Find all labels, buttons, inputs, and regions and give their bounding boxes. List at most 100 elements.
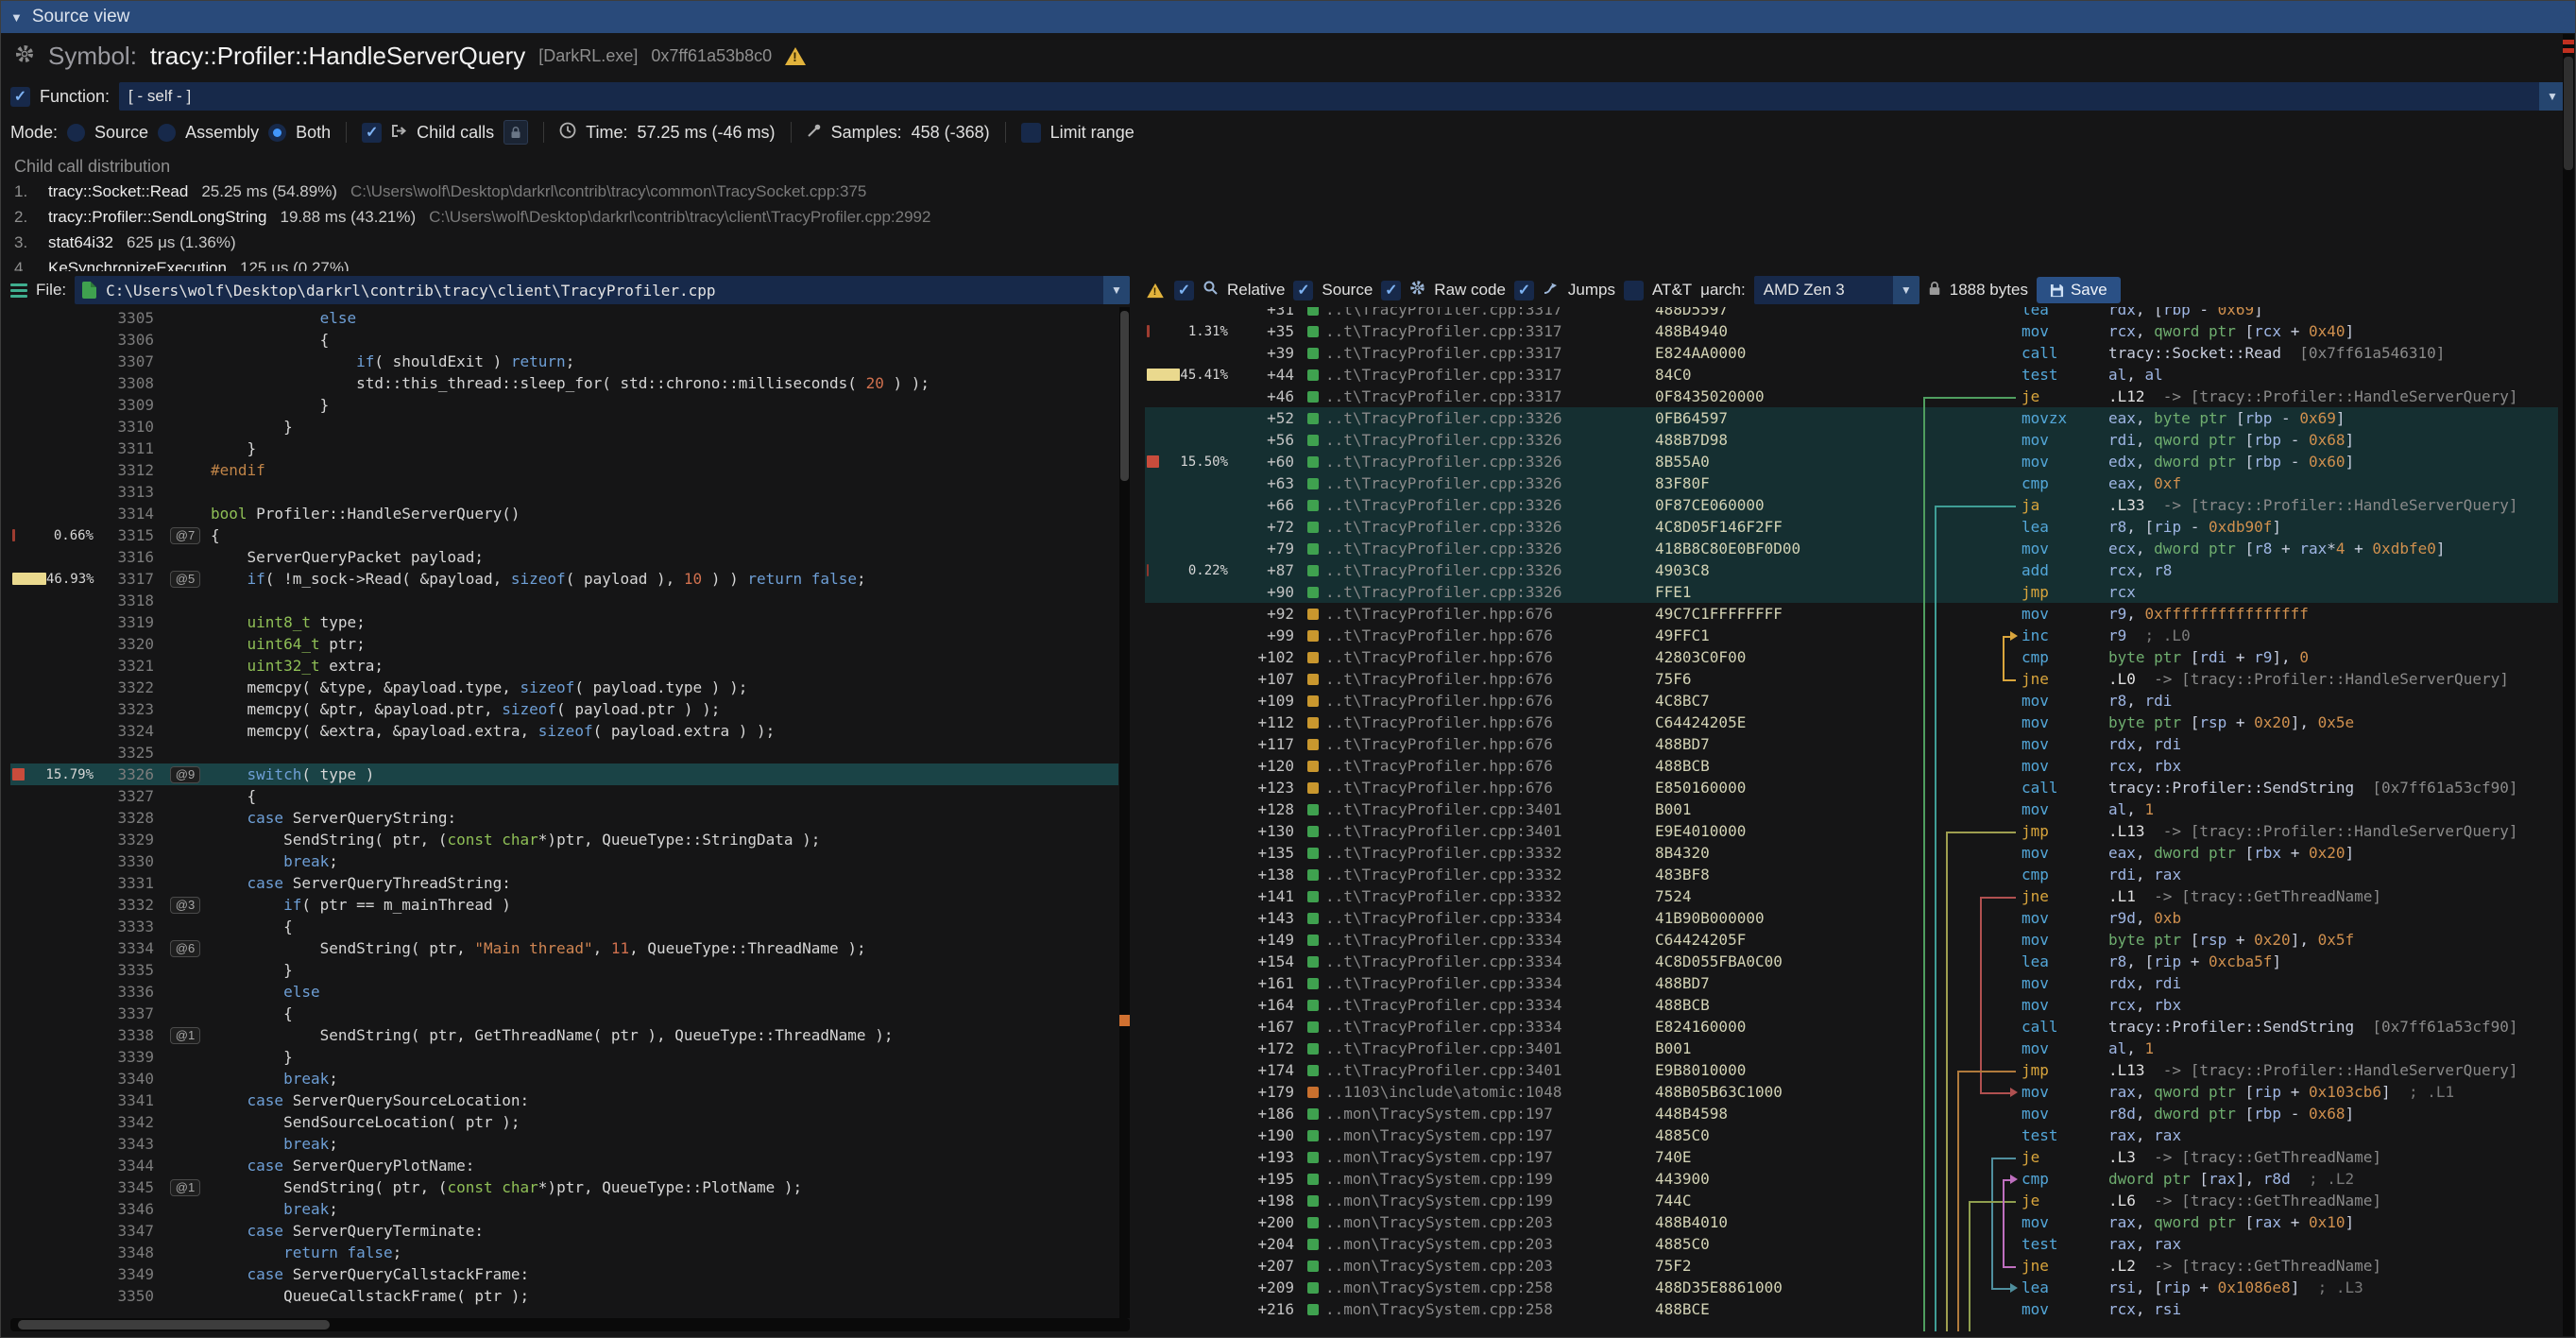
source-line[interactable]: 3348 return false; bbox=[10, 1242, 1118, 1263]
assembly-row[interactable]: 15.50%+60..t\TracyProfiler.cpp:33268B55A… bbox=[1145, 451, 2558, 472]
assembly-row[interactable]: +135..t\TracyProfiler.cpp:33328B4320move… bbox=[1145, 842, 2558, 864]
function-checkbox[interactable]: ✓ bbox=[10, 87, 30, 107]
source-line[interactable]: 3334@6 SendString( ptr, "Main thread", 1… bbox=[10, 937, 1118, 959]
source-line[interactable]: 3339 } bbox=[10, 1046, 1118, 1068]
assembly-row[interactable]: 1.31%+35..t\TracyProfiler.cpp:3317488B49… bbox=[1145, 320, 2558, 342]
assembly-row[interactable]: +63..t\TracyProfiler.cpp:332683F80Fcmpea… bbox=[1145, 472, 2558, 494]
source-line[interactable]: 3305 else bbox=[10, 307, 1118, 329]
child-calls-checkbox[interactable]: ✓ bbox=[362, 123, 382, 143]
source-line[interactable]: 3318 bbox=[10, 590, 1118, 611]
assembly-row[interactable]: +39..t\TracyProfiler.cpp:3317E824AA0000c… bbox=[1145, 342, 2558, 364]
assembly-row[interactable]: +149..t\TracyProfiler.cpp:3334C64424205F… bbox=[1145, 929, 2558, 951]
assembly-row[interactable]: +92..t\TracyProfiler.hpp:67649C7C1FFFFFF… bbox=[1145, 603, 2558, 625]
source-line[interactable]: 3341 case ServerQuerySourceLocation: bbox=[10, 1089, 1118, 1111]
source-line[interactable]: 3327 { bbox=[10, 785, 1118, 807]
chevron-down-icon[interactable]: ▼ bbox=[1103, 276, 1130, 304]
assembly-row[interactable]: +141..t\TracyProfiler.cpp:33327524jne.L1… bbox=[1145, 885, 2558, 907]
source-line[interactable]: 3333 { bbox=[10, 916, 1118, 937]
assembly-row[interactable]: +164..t\TracyProfiler.cpp:3334488BCBmovr… bbox=[1145, 994, 2558, 1016]
assembly-row[interactable]: +31..t\TracyProfiler.cpp:3317488D5597lea… bbox=[1145, 307, 2558, 320]
assembly-row[interactable]: +102..t\TracyProfiler.hpp:67642803C0F00c… bbox=[1145, 646, 2558, 668]
jumps-checkbox[interactable]: ✓ bbox=[1514, 281, 1534, 300]
source-line[interactable]: 3350 QueueCallstackFrame( ptr ); bbox=[10, 1285, 1118, 1307]
scrollbar-thumb[interactable] bbox=[2564, 57, 2573, 170]
assembly-row[interactable]: +72..t\TracyProfiler.cpp:33264C8D05F146F… bbox=[1145, 516, 2558, 538]
source-line[interactable]: 3330 break; bbox=[10, 850, 1118, 872]
assembly-row[interactable]: +123..t\TracyProfiler.hpp:676E850160000c… bbox=[1145, 777, 2558, 798]
source-line[interactable]: 3322 memcpy( &type, &payload.type, sizeo… bbox=[10, 677, 1118, 698]
assembly-row[interactable]: +143..t\TracyProfiler.cpp:333441B90B0000… bbox=[1145, 907, 2558, 929]
source-scrollbar-horizontal[interactable] bbox=[10, 1318, 1130, 1331]
assembly-row[interactable]: +216..mon\TracySystem.cpp:258488BCEmovrc… bbox=[1145, 1298, 2558, 1320]
assembly-row[interactable]: +154..t\TracyProfiler.cpp:33344C8D055FBA… bbox=[1145, 951, 2558, 972]
child-calls-lock-button[interactable] bbox=[503, 120, 528, 145]
source-line[interactable]: 3328 case ServerQueryString: bbox=[10, 807, 1118, 829]
assembly-row[interactable]: +90..t\TracyProfiler.cpp:3326FFE1jmprcx bbox=[1145, 581, 2558, 603]
source-line[interactable]: 3345@1 SendString( ptr, (const char*)ptr… bbox=[10, 1176, 1118, 1198]
child-call-entry[interactable]: 1.tracy::Socket::Read25.25 ms (54.89%)C:… bbox=[14, 179, 2562, 204]
child-call-entry[interactable]: 3.stat64i32625 μs (1.36%) bbox=[14, 230, 2562, 255]
scrollbar-thumb[interactable] bbox=[18, 1320, 330, 1329]
source-line[interactable]: 3313 bbox=[10, 481, 1118, 503]
source-checkbox[interactable]: ✓ bbox=[1293, 281, 1313, 300]
assembly-row[interactable]: +46..t\TracyProfiler.cpp:33170F843502000… bbox=[1145, 386, 2558, 407]
assembly-row[interactable]: +207..mon\TracySystem.cpp:20375F2jne.L2 … bbox=[1145, 1255, 2558, 1277]
collapse-triangle-icon[interactable]: ▼ bbox=[10, 10, 23, 25]
source-scrollbar-vertical[interactable] bbox=[1119, 307, 1130, 1318]
save-button[interactable]: Save bbox=[2037, 277, 2121, 303]
source-line[interactable]: 46.93%3317@5 if( !m_sock->Read( &payload… bbox=[10, 568, 1118, 590]
assembly-row[interactable]: +56..t\TracyProfiler.cpp:3326488B7D98mov… bbox=[1145, 429, 2558, 451]
source-line[interactable]: 3311 } bbox=[10, 437, 1118, 459]
assembly-row[interactable]: +128..t\TracyProfiler.cpp:3401B001moval,… bbox=[1145, 798, 2558, 820]
source-line[interactable]: 3344 case ServerQueryPlotName: bbox=[10, 1155, 1118, 1176]
file-list-icon[interactable] bbox=[10, 283, 27, 298]
source-line[interactable]: 3308 std::this_thread::sleep_for( std::c… bbox=[10, 372, 1118, 394]
assembly-row[interactable]: +167..t\TracyProfiler.cpp:3334E824160000… bbox=[1145, 1016, 2558, 1038]
source-line[interactable]: 3324 memcpy( &extra, &payload.extra, siz… bbox=[10, 720, 1118, 742]
source-line[interactable]: 3346 break; bbox=[10, 1198, 1118, 1220]
assembly-row[interactable]: +186..mon\TracySystem.cpp:197448B4598mov… bbox=[1145, 1103, 2558, 1124]
radio-assembly[interactable] bbox=[158, 124, 176, 142]
assembly-row[interactable]: +204..mon\TracySystem.cpp:2034885C0testr… bbox=[1145, 1233, 2558, 1255]
assembly-row[interactable]: +138..t\TracyProfiler.cpp:3332483BF8cmpr… bbox=[1145, 864, 2558, 885]
assembly-row[interactable]: +193..mon\TracySystem.cpp:197740Eje.L3 -… bbox=[1145, 1146, 2558, 1168]
uarch-select[interactable]: AMD Zen 3 ▼ bbox=[1754, 276, 1919, 304]
source-line[interactable]: 3340 break; bbox=[10, 1068, 1118, 1089]
chevron-down-icon[interactable]: ▼ bbox=[1893, 276, 1919, 304]
source-line[interactable]: 3312#endif bbox=[10, 459, 1118, 481]
source-line[interactable]: 3310 } bbox=[10, 416, 1118, 437]
source-line[interactable]: 3309 } bbox=[10, 394, 1118, 416]
source-line[interactable]: 3349 case ServerQueryCallstackFrame: bbox=[10, 1263, 1118, 1285]
assembly-row[interactable]: +200..mon\TracySystem.cpp:203488B4010mov… bbox=[1145, 1211, 2558, 1233]
assembly-row[interactable]: +172..t\TracyProfiler.cpp:3401B001moval,… bbox=[1145, 1038, 2558, 1059]
source-line[interactable]: 3320 uint64_t ptr; bbox=[10, 633, 1118, 655]
assembly-row[interactable]: 0.22%+87..t\TracyProfiler.cpp:33264903C8… bbox=[1145, 559, 2558, 581]
source-line[interactable]: 0.66%3315@7{ bbox=[10, 524, 1118, 546]
source-line[interactable]: 3342 SendSourceLocation( ptr ); bbox=[10, 1111, 1118, 1133]
source-line[interactable]: 3319 uint8_t type; bbox=[10, 611, 1118, 633]
source-line[interactable]: 3306 { bbox=[10, 329, 1118, 351]
limit-range-checkbox[interactable]: ✓ bbox=[1021, 123, 1041, 143]
source-line[interactable]: 3307 if( shouldExit ) return; bbox=[10, 351, 1118, 372]
function-select[interactable]: [ - self - ] ▼ bbox=[119, 82, 2566, 111]
assembly-row[interactable]: 45.41%+44..t\TracyProfiler.cpp:331784C0t… bbox=[1145, 364, 2558, 386]
assembly-row[interactable]: +52..t\TracyProfiler.cpp:33260FB64597mov… bbox=[1145, 407, 2558, 429]
chevron-down-icon[interactable]: ▼ bbox=[2539, 82, 2566, 111]
assembly-row[interactable]: +107..t\TracyProfiler.hpp:67675F6jne.L0 … bbox=[1145, 668, 2558, 690]
assembly-row[interactable]: +79..t\TracyProfiler.cpp:3326418B8C80E0B… bbox=[1145, 538, 2558, 559]
source-line[interactable]: 3314bool Profiler::HandleServerQuery() bbox=[10, 503, 1118, 524]
assembly-row[interactable]: +112..t\TracyProfiler.hpp:676C64424205Em… bbox=[1145, 712, 2558, 733]
assembly-row[interactable]: +117..t\TracyProfiler.hpp:676488BD7movrd… bbox=[1145, 733, 2558, 755]
source-line[interactable]: 3329 SendString( ptr, (const char*)ptr, … bbox=[10, 829, 1118, 850]
source-line[interactable]: 15.79%3326@9 switch( type ) bbox=[10, 763, 1118, 785]
relative-checkbox[interactable]: ✓ bbox=[1174, 281, 1194, 300]
source-line[interactable]: 3325 bbox=[10, 742, 1118, 763]
assembly-row[interactable]: +130..t\TracyProfiler.cpp:3401E9E4010000… bbox=[1145, 820, 2558, 842]
source-line[interactable]: 3337 { bbox=[10, 1003, 1118, 1024]
scrollbar-thumb[interactable] bbox=[1120, 311, 1129, 481]
att-checkbox[interactable]: ✓ bbox=[1624, 281, 1644, 300]
assembly-row[interactable]: +209..mon\TracySystem.cpp:258488D35E8861… bbox=[1145, 1277, 2558, 1298]
source-line[interactable]: 3336 else bbox=[10, 981, 1118, 1003]
source-line[interactable]: 3338@1 SendString( ptr, GetThreadName( p… bbox=[10, 1024, 1118, 1046]
source-line[interactable]: 3343 break; bbox=[10, 1133, 1118, 1155]
